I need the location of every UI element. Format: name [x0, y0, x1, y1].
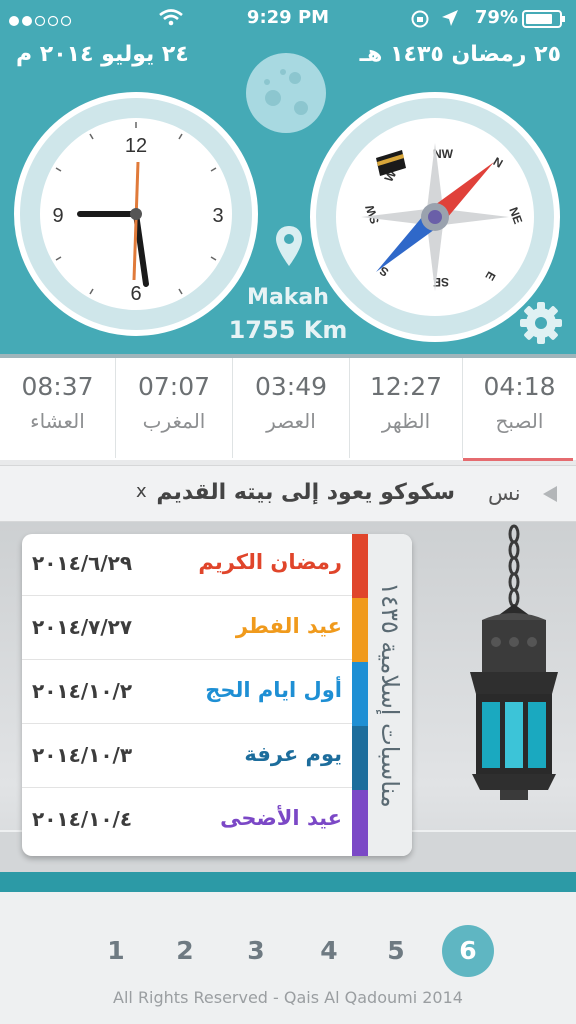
- prayer-isha[interactable]: 08:37 العشاء: [0, 358, 116, 458]
- gregorian-date: ٢٤ يوليو ٢٠١٤ م: [16, 42, 189, 67]
- page-button-6[interactable]: 6: [442, 925, 494, 977]
- battery-percent: 79%: [474, 7, 518, 28]
- occasion-name: عيد الأضحى: [220, 806, 342, 830]
- page-button-5[interactable]: 5: [370, 925, 422, 977]
- wifi-icon: [158, 8, 184, 26]
- ramadan-lantern-image: [452, 524, 576, 804]
- occasion-color-bar: [352, 598, 368, 662]
- prayer-time: 07:07: [137, 372, 211, 401]
- prayer-name: الظهر: [381, 409, 431, 433]
- occasion-row[interactable]: يوم عرفة ٢٠١٤/١٠/٣: [22, 726, 352, 788]
- clock-numeral-3: 3: [212, 205, 223, 227]
- occasion-row[interactable]: أول ايام الحج ٢٠١٤/١٠/٢: [22, 662, 352, 724]
- occasion-row[interactable]: عيد الأضحى ٢٠١٤/١٠/٤: [22, 790, 352, 852]
- occasions-title-tab: مناسبات إسلامية ١٤٣٥: [368, 534, 412, 856]
- clock-numeral-12: 12: [125, 135, 147, 157]
- footer-divider: [0, 872, 576, 892]
- occasion-row[interactable]: رمضان الكريم ٢٠١٤/٦/٢٩: [22, 534, 352, 596]
- occasion-date: ٢٠١٤/١٠/٤: [32, 807, 133, 831]
- occasion-name: أول ايام الحج: [205, 678, 342, 702]
- prayer-name: المغرب: [142, 409, 206, 433]
- prayer-time: 04:18: [483, 372, 556, 401]
- hijri-date: ٢٥ رمضان ١٤٣٥ هـ: [359, 42, 561, 67]
- ticker-headline[interactable]: سكوكو يعود إلى بيته القديم: [150, 480, 455, 505]
- occasion-date: ٢٠١٤/٧/٢٧: [32, 615, 133, 639]
- page-button-3[interactable]: 3: [230, 925, 282, 977]
- settings-gear-icon[interactable]: [518, 300, 564, 346]
- location-arrow-icon: [441, 9, 459, 27]
- occasion-color-bar: [352, 534, 368, 598]
- battery-icon: [522, 9, 566, 29]
- prayer-name: العشاء: [30, 409, 85, 433]
- prayer-time: 03:49: [254, 372, 328, 401]
- clock-numeral-9: 9: [52, 205, 63, 227]
- prayer-dhuhr[interactable]: 12:27 الظهر: [350, 358, 463, 458]
- copyright-text: All Rights Reserved - Qais Al Qadoumi 20…: [113, 988, 463, 1007]
- page-button-1[interactable]: 1: [90, 925, 142, 977]
- prayer-fajr[interactable]: 04:18 الصبح: [463, 358, 576, 461]
- page-selector: 1 2 3 4 5 6 All Rights Reserved - Qais A…: [0, 892, 576, 1024]
- prayer-asr[interactable]: 03:49 العصر: [233, 358, 350, 458]
- occasions-title: مناسبات إسلامية ١٤٣٥: [376, 582, 404, 808]
- occasion-color-bar: [352, 790, 368, 856]
- page-button-2[interactable]: 2: [159, 925, 211, 977]
- status-time: 9:29 PM: [246, 7, 330, 28]
- prayer-name: العصر: [266, 409, 316, 433]
- prayer-time: 08:37: [21, 372, 94, 401]
- occasion-date: ٢٠١٤/٦/٢٩: [32, 551, 133, 575]
- page-button-4[interactable]: 4: [303, 925, 355, 977]
- prayer-name: الصبح: [495, 409, 544, 433]
- prayer-time: 12:27: [369, 372, 443, 401]
- occasion-row[interactable]: عيد الفطر ٢٠١٤/٧/٢٧: [22, 598, 352, 660]
- active-prayer-indicator: [463, 458, 573, 461]
- prayer-maghrib[interactable]: 07:07 المغرب: [116, 358, 233, 458]
- location-pin-icon: [274, 224, 304, 268]
- signal-dots-icon: [8, 12, 78, 27]
- prayer-times-bar: 08:37 العشاء 07:07 المغرب 03:49 العصر 12…: [0, 354, 576, 461]
- islamic-occasions-card: رمضان الكريم ٢٠١٤/٦/٢٩ عيد الفطر ٢٠١٤/٧/…: [22, 534, 412, 856]
- occasion-name: رمضان الكريم: [198, 550, 342, 574]
- rotation-lock-icon: [410, 9, 430, 29]
- occasion-name: عيد الفطر: [235, 614, 342, 638]
- news-ticker[interactable]: نس سكوكو يعود إلى بيته القديم x: [0, 465, 576, 522]
- ticker-source: نس: [488, 481, 521, 505]
- play-icon[interactable]: [540, 484, 560, 504]
- ticker-close-button[interactable]: x: [136, 481, 147, 502]
- occasion-name: يوم عرفة: [244, 742, 342, 766]
- occasion-date: ٢٠١٤/١٠/٢: [32, 679, 133, 703]
- occasion-color-bar: [352, 726, 368, 790]
- occasion-color-bar: [352, 662, 368, 726]
- clock-numeral-6: 6: [130, 283, 141, 305]
- occasion-date: ٢٠١٤/١٠/٣: [32, 743, 133, 767]
